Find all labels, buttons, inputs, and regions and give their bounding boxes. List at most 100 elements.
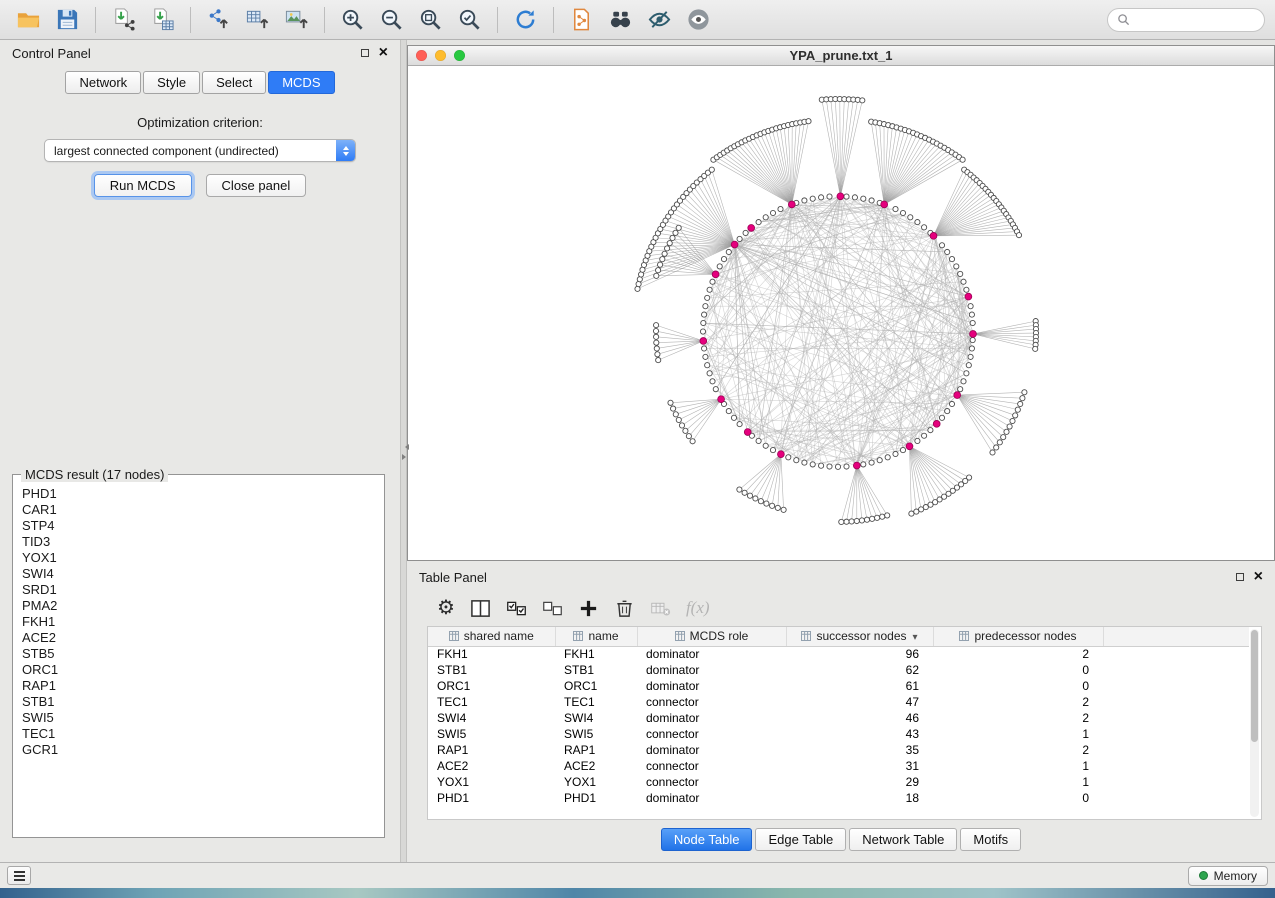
mcds-result-list[interactable]: PHD1CAR1STP4TID3YOX1SWI4SRD1PMA2FKH1ACE2… [14, 483, 383, 836]
table-cell-shared_name[interactable]: SWI4 [428, 710, 555, 726]
network-graph[interactable] [408, 66, 1274, 560]
select-all-button[interactable] [506, 598, 527, 619]
table-cell-name[interactable]: RAP1 [555, 742, 637, 758]
network-window-titlebar[interactable]: YPA_prune.txt_1 [408, 46, 1274, 66]
table-cell-shared_name[interactable]: YOX1 [428, 774, 555, 790]
mcds-result-item[interactable]: YOX1 [16, 550, 381, 566]
table-row[interactable]: FKH1FKH1dominator962 [428, 646, 1249, 662]
scrollbar-thumb[interactable] [1251, 630, 1258, 742]
table-cell-shared_name[interactable]: RAP1 [428, 742, 555, 758]
search-network-button[interactable] [602, 4, 639, 36]
table-settings-button[interactable]: ⚙ [437, 598, 455, 618]
table-cell-name[interactable]: SWI5 [555, 726, 637, 742]
float-panel-icon[interactable] [1236, 573, 1244, 581]
table-row[interactable]: ORC1ORC1dominator610 [428, 678, 1249, 694]
table-cell-shared_name[interactable]: ORC1 [428, 678, 555, 694]
zoom-selected-button[interactable] [451, 4, 488, 36]
table-cell-successor_nodes[interactable]: 47 [786, 694, 933, 710]
mcds-result-item[interactable]: FKH1 [16, 614, 381, 630]
network-canvas[interactable] [408, 66, 1274, 560]
table-cell-mcds_role[interactable]: connector [637, 774, 786, 790]
export-image-button[interactable] [278, 4, 315, 36]
column-header-predecessor-nodes[interactable]: predecessor nodes [933, 627, 1103, 646]
panel-divider[interactable] [400, 40, 407, 862]
close-panel-icon[interactable]: × [1254, 571, 1263, 583]
table-cell-predecessor_nodes[interactable]: 2 [933, 742, 1103, 758]
tab-network[interactable]: Network [65, 71, 141, 94]
table-cell-successor_nodes[interactable]: 96 [786, 646, 933, 662]
table-cell-mcds_role[interactable]: connector [637, 694, 786, 710]
show-columns-button[interactable] [470, 598, 491, 619]
visibility-button[interactable] [680, 4, 717, 36]
tab-style[interactable]: Style [143, 71, 200, 94]
table-cell-successor_nodes[interactable]: 18 [786, 790, 933, 806]
table-cell-name[interactable]: PHD1 [555, 790, 637, 806]
mcds-result-item[interactable]: SWI4 [16, 566, 381, 582]
zoom-in-button[interactable] [334, 4, 371, 36]
table-cell-successor_nodes[interactable]: 61 [786, 678, 933, 694]
column-header-name[interactable]: name [555, 627, 637, 646]
table-cell-name[interactable]: YOX1 [555, 774, 637, 790]
search-input[interactable] [1135, 13, 1255, 27]
table-cell-shared_name[interactable]: STB1 [428, 662, 555, 678]
table-cell-successor_nodes[interactable]: 29 [786, 774, 933, 790]
mcds-result-item[interactable]: ORC1 [16, 662, 381, 678]
table-cell-predecessor_nodes[interactable]: 2 [933, 646, 1103, 662]
table-row[interactable]: SWI4SWI4dominator462 [428, 710, 1249, 726]
add-column-button[interactable] [578, 598, 599, 619]
tab-node-table[interactable]: Node Table [661, 828, 753, 851]
first-neighbors-button[interactable] [563, 4, 600, 36]
table-cell-mcds_role[interactable]: dominator [637, 678, 786, 694]
table-cell-predecessor_nodes[interactable]: 1 [933, 758, 1103, 774]
mcds-result-item[interactable]: TEC1 [16, 726, 381, 742]
table-cell-name[interactable]: STB1 [555, 662, 637, 678]
table-cell-mcds_role[interactable]: dominator [637, 710, 786, 726]
zoom-window-button[interactable] [454, 50, 465, 61]
zoom-fit-button[interactable] [412, 4, 449, 36]
table-cell-shared_name[interactable]: SWI5 [428, 726, 555, 742]
table-row[interactable]: ACE2ACE2connector311 [428, 758, 1249, 774]
table-cell-mcds_role[interactable]: dominator [637, 742, 786, 758]
close-panel-button[interactable]: Close panel [206, 174, 307, 197]
column-header-MCDS-role[interactable]: MCDS role [637, 627, 786, 646]
collapse-left-icon[interactable] [402, 444, 409, 450]
refresh-button[interactable] [507, 4, 544, 36]
zoom-out-button[interactable] [373, 4, 410, 36]
table-cell-name[interactable]: SWI4 [555, 710, 637, 726]
open-file-button[interactable] [10, 4, 47, 36]
mcds-result-item[interactable]: STB5 [16, 646, 381, 662]
table-cell-predecessor_nodes[interactable]: 0 [933, 678, 1103, 694]
table-cell-predecessor_nodes[interactable]: 2 [933, 694, 1103, 710]
column-header-successor-nodes[interactable]: successor nodes▾ [786, 627, 933, 646]
minimize-window-button[interactable] [435, 50, 446, 61]
mcds-result-item[interactable]: CAR1 [16, 502, 381, 518]
table-cell-mcds_role[interactable]: dominator [637, 646, 786, 662]
table-cell-predecessor_nodes[interactable]: 2 [933, 710, 1103, 726]
mcds-result-item[interactable]: STP4 [16, 518, 381, 534]
table-cell-shared_name[interactable]: ACE2 [428, 758, 555, 774]
table-cell-shared_name[interactable]: FKH1 [428, 646, 555, 662]
table-cell-shared_name[interactable]: PHD1 [428, 790, 555, 806]
close-window-button[interactable] [416, 50, 427, 61]
expand-right-icon[interactable] [402, 454, 409, 460]
import-network-button[interactable] [105, 4, 142, 36]
import-table-button[interactable] [144, 4, 181, 36]
table-cell-successor_nodes[interactable]: 46 [786, 710, 933, 726]
tab-network-table[interactable]: Network Table [849, 828, 957, 851]
delete-columns-button[interactable] [614, 598, 635, 619]
tab-mcds[interactable]: MCDS [268, 71, 334, 94]
table-cell-name[interactable]: ORC1 [555, 678, 637, 694]
table-cell-successor_nodes[interactable]: 43 [786, 726, 933, 742]
tab-motifs[interactable]: Motifs [960, 828, 1021, 851]
mcds-result-item[interactable]: PMA2 [16, 598, 381, 614]
table-cell-mcds_role[interactable]: dominator [637, 662, 786, 678]
table-row[interactable]: STB1STB1dominator620 [428, 662, 1249, 678]
table-row[interactable]: YOX1YOX1connector291 [428, 774, 1249, 790]
mcds-result-item[interactable]: SWI5 [16, 710, 381, 726]
table-row[interactable]: PHD1PHD1dominator180 [428, 790, 1249, 806]
table-cell-predecessor_nodes[interactable]: 1 [933, 774, 1103, 790]
tab-select[interactable]: Select [202, 71, 266, 94]
deselect-all-button[interactable] [542, 598, 563, 619]
function-builder-button[interactable]: f(x) [686, 598, 710, 618]
optimization-criterion-select[interactable]: largest connected component (undirected) [44, 139, 356, 162]
